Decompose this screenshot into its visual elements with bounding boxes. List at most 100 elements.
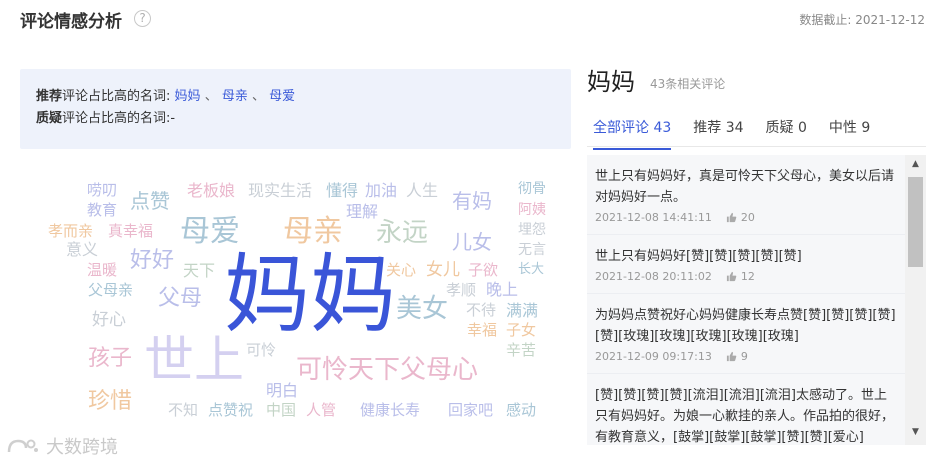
cloud-word[interactable]: 理解: [346, 204, 378, 220]
cloud-word[interactable]: 有妈: [452, 191, 492, 211]
cloud-word[interactable]: 女儿: [426, 262, 460, 279]
cloud-word[interactable]: 中国: [266, 403, 296, 418]
doubt-desc: 评论占比高的名词:: [62, 111, 171, 126]
thumbs-up-icon: [726, 212, 737, 223]
cloud-word[interactable]: 阿姨: [518, 203, 546, 217]
recommend-keyword-2[interactable]: 母亲: [222, 89, 248, 104]
comment-time: 2021-12-08 14:41:11: [595, 211, 712, 224]
cloud-word[interactable]: 意义: [66, 242, 98, 258]
cloud-word[interactable]: 辛苦: [506, 343, 536, 358]
page-title: 评论情感分析: [20, 12, 122, 32]
cloud-word[interactable]: 可怜: [246, 343, 276, 358]
cloud-word[interactable]: 彻骨: [518, 182, 546, 196]
cloud-word[interactable]: 幸福: [467, 323, 497, 338]
doubt-label: 质疑: [36, 111, 63, 126]
recommend-keyword-1[interactable]: 妈妈: [175, 89, 201, 104]
cloud-word[interactable]: 老板娘: [187, 183, 235, 199]
cloud-word[interactable]: 埋怨: [518, 223, 546, 237]
keyword-summary-box: 推荐评论占比高的名词: 妈妈 、 母亲 、 母爱 质疑评论占比高的名词:-: [20, 69, 571, 149]
scrollbar-thumb[interactable]: [908, 177, 923, 267]
word-cloud: 唠叨 教育 点赞 老板娘 现实生活 懂得 加油 人生 有妈 彻骨 阿姨 理解 孝…: [20, 160, 571, 450]
doubt-summary-line: 质疑评论占比高的名词:-: [36, 108, 555, 130]
watermark: 大数跨境: [6, 432, 118, 460]
like-count: 9: [740, 350, 748, 363]
cloud-word[interactable]: 回家吧: [448, 403, 493, 418]
cloud-word[interactable]: 不知: [168, 403, 198, 418]
keyword-separator: 、: [252, 89, 266, 104]
cloud-word[interactable]: 唠叨: [87, 183, 117, 198]
cloud-word[interactable]: 好好: [130, 250, 174, 272]
cloud-word[interactable]: 母爱: [180, 217, 240, 247]
scroll-down-arrow-icon[interactable]: ▼: [905, 425, 926, 439]
comment-meta: 2021-12-09 09:17:13 9: [595, 350, 897, 363]
comment-item: 世上只有妈妈好，真是可怜天下父母心，美女以后请对妈妈好一点。 2021-12-0…: [587, 155, 905, 235]
cloud-word[interactable]: 永远: [376, 220, 428, 246]
thumbs-up-icon: [726, 271, 737, 282]
comment-meta: 2021-12-08 20:11:02 12: [595, 270, 897, 283]
cloud-word[interactable]: 长大: [518, 263, 544, 276]
thumbs-up-icon: [726, 351, 737, 362]
brand-logo-icon: [7, 439, 38, 453]
keyword-separator: 、: [204, 89, 218, 104]
cloud-word[interactable]: 天下: [183, 263, 215, 279]
comment-time: 2021-12-09 09:17:13: [595, 350, 712, 363]
cloud-word[interactable]: 懂得: [326, 183, 358, 199]
cloud-word[interactable]: 满满: [506, 303, 538, 319]
cloud-word[interactable]: 子欲: [468, 263, 498, 278]
related-comment-count: 43条相关评论: [650, 77, 726, 91]
cloud-word[interactable]: 真幸福: [108, 224, 153, 239]
like-count: 20: [740, 211, 755, 224]
cloud-word[interactable]: 珍惜: [88, 391, 132, 413]
comment-item: 世上只有妈妈好[赞][赞][赞][赞][赞] 2021-12-08 20:11:…: [587, 235, 905, 294]
cloud-word[interactable]: 父母亲: [88, 283, 133, 298]
recommend-desc: 评论占比高的名词:: [62, 89, 171, 104]
cloud-word[interactable]: 子女: [506, 323, 536, 338]
cloud-word[interactable]: 父母: [158, 288, 202, 310]
comment-item: [赞][赞][赞][赞][流泪][流泪][流泪]太感动了。世上只有妈妈好。为娘一…: [587, 374, 905, 445]
cloud-word[interactable]: 明白: [266, 383, 298, 399]
cloud-word[interactable]: 孩子: [88, 348, 132, 370]
selected-keyword-title: 妈妈: [587, 68, 635, 96]
cloud-word[interactable]: 人生: [406, 183, 438, 199]
cloud-word[interactable]: 加油: [365, 183, 397, 199]
cloud-word[interactable]: 人管: [306, 403, 336, 418]
cloud-word[interactable]: 感动: [506, 403, 536, 418]
cloud-word[interactable]: 孝顺: [446, 283, 476, 298]
cloud-word[interactable]: 儿女: [452, 232, 492, 252]
cloud-word[interactable]: 世上: [144, 335, 244, 385]
cloud-word[interactable]: 点赞: [130, 191, 170, 211]
cloud-word[interactable]: 健康长寿: [360, 403, 420, 418]
comment-text: 世上只有妈妈好，真是可怜天下父母心，美女以后请对妈妈好一点。: [595, 169, 895, 205]
cloud-word[interactable]: 无言: [518, 243, 546, 257]
cloud-word[interactable]: 关心: [386, 263, 416, 278]
cloud-word[interactable]: 孝而亲: [48, 224, 93, 239]
cloud-word[interactable]: 母亲: [283, 217, 343, 247]
recommend-summary-line: 推荐评论占比高的名词: 妈妈 、 母亲 、 母爱: [36, 86, 555, 108]
comment-item: 为妈妈点赞祝好心妈妈健康长寿点赞[赞][赞][赞][赞][赞][玫瑰][玫瑰][…: [587, 294, 905, 374]
cloud-word[interactable]: 好心: [92, 312, 126, 329]
watermark-text: 大数跨境: [46, 437, 118, 458]
cloud-word[interactable]: 现实生活: [248, 183, 312, 199]
cloud-word[interactable]: 晚上: [486, 282, 518, 298]
like-count: 12: [740, 270, 755, 283]
cloud-word[interactable]: 点赞祝: [208, 403, 253, 418]
cloud-word[interactable]: 可怜天下父母心: [296, 357, 478, 383]
cloud-word[interactable]: 美女: [396, 296, 448, 322]
cloud-word[interactable]: 温暖: [87, 263, 117, 278]
comment-text: [赞][赞][赞][赞][流泪][流泪][流泪]太感动了。世上只有妈妈好。为娘一…: [595, 388, 895, 445]
comment-list[interactable]: 世上只有妈妈好，真是可怜天下父母心，美女以后请对妈妈好一点。 2021-12-0…: [587, 155, 905, 445]
comment-time: 2021-12-08 20:11:02: [595, 270, 712, 283]
tab-divider: [587, 146, 926, 147]
comment-meta: 2021-12-08 14:41:11 20: [595, 211, 897, 224]
comment-text: 世上只有妈妈好[赞][赞][赞][赞][赞]: [595, 249, 802, 264]
help-icon[interactable]: ?: [134, 10, 151, 27]
scroll-up-arrow-icon[interactable]: ▲: [905, 157, 926, 171]
data-cutoff-date: 数据截止: 2021-12-12: [799, 13, 925, 27]
cloud-word[interactable]: 不待: [466, 303, 496, 318]
main-keyword[interactable]: 妈妈: [224, 252, 396, 338]
doubt-value: -: [170, 111, 176, 126]
comment-text: 为妈妈点赞祝好心妈妈健康长寿点赞[赞][赞][赞][赞][赞][玫瑰][玫瑰][…: [595, 308, 896, 344]
cloud-word[interactable]: 教育: [87, 203, 117, 218]
recommend-keyword-3[interactable]: 母爱: [269, 89, 295, 104]
comment-scrollbar[interactable]: ▲ ▼: [905, 155, 926, 445]
